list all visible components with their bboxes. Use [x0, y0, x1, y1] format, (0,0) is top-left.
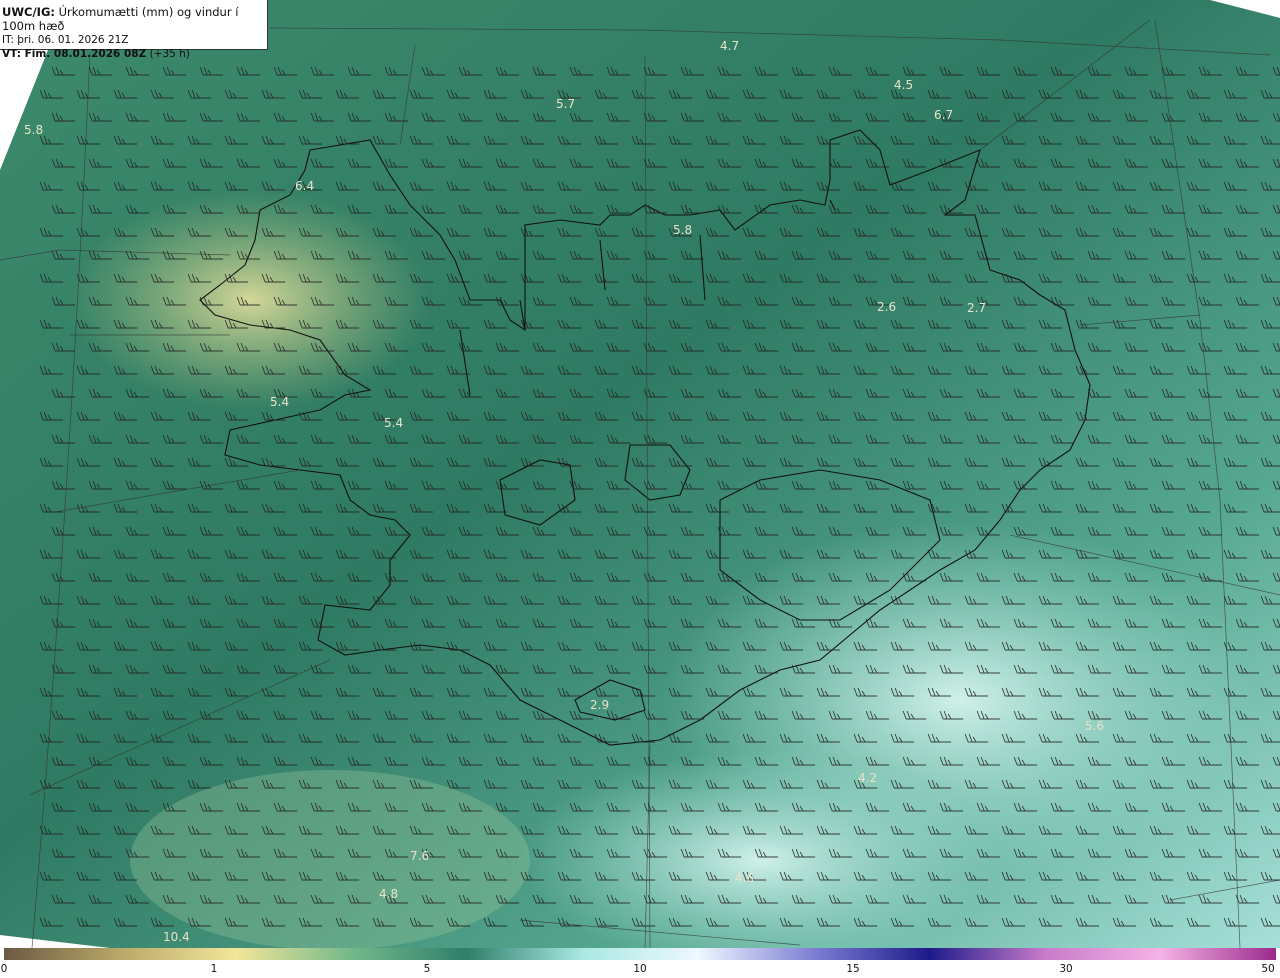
- valid-time: VT: Fim. 08.01.2026 08Z (+35 h): [2, 48, 190, 60]
- value-label: 10.4: [163, 930, 190, 944]
- value-label: 6.7: [934, 108, 953, 122]
- legend-tick: 5: [423, 963, 431, 975]
- color-scale-legend: 0 1 5 10 15 30 50: [0, 948, 1280, 978]
- legend-tick: 30: [1059, 963, 1073, 975]
- value-label: 5.7: [556, 97, 575, 111]
- value-label: 6.4: [295, 179, 314, 193]
- value-label: 4.2: [858, 771, 877, 785]
- value-label: 5.4: [384, 416, 403, 430]
- initial-time: IT: þri. 06. 01. 2026 21Z: [2, 34, 129, 46]
- value-label: 5.8: [24, 123, 43, 137]
- legend-tick: 0: [0, 963, 8, 975]
- value-label: 2.6: [877, 300, 896, 314]
- legend-tick: 50: [1261, 963, 1275, 975]
- legend-tick: 1: [210, 963, 218, 975]
- value-label: 4.7: [720, 39, 739, 53]
- product-title: UWC/IG: Úrkomumætti (mm) og vindur í 100…: [2, 5, 239, 33]
- value-label: 4.5: [894, 78, 913, 92]
- value-label: 2.9: [590, 698, 609, 712]
- value-label: 2.7: [967, 301, 986, 315]
- value-label: 5.8: [673, 223, 692, 237]
- color-scale-bar: [4, 948, 1276, 960]
- precipitation-map: 4.7 4.5 6.7 5.7 5.8 6.4 5.8 2.6 2.7 5.4 …: [0, 0, 1280, 948]
- map-title-box: UWC/IG: Úrkomumætti (mm) og vindur í 100…: [0, 0, 268, 60]
- value-label: 5.6: [1085, 719, 1104, 733]
- legend-tick: 10: [633, 963, 647, 975]
- legend-tick: 15: [846, 963, 860, 975]
- value-label: 4.8: [379, 887, 398, 901]
- value-label: 5.4: [270, 395, 289, 409]
- value-label: 4.6: [735, 871, 754, 885]
- value-label: 7.6: [410, 849, 429, 863]
